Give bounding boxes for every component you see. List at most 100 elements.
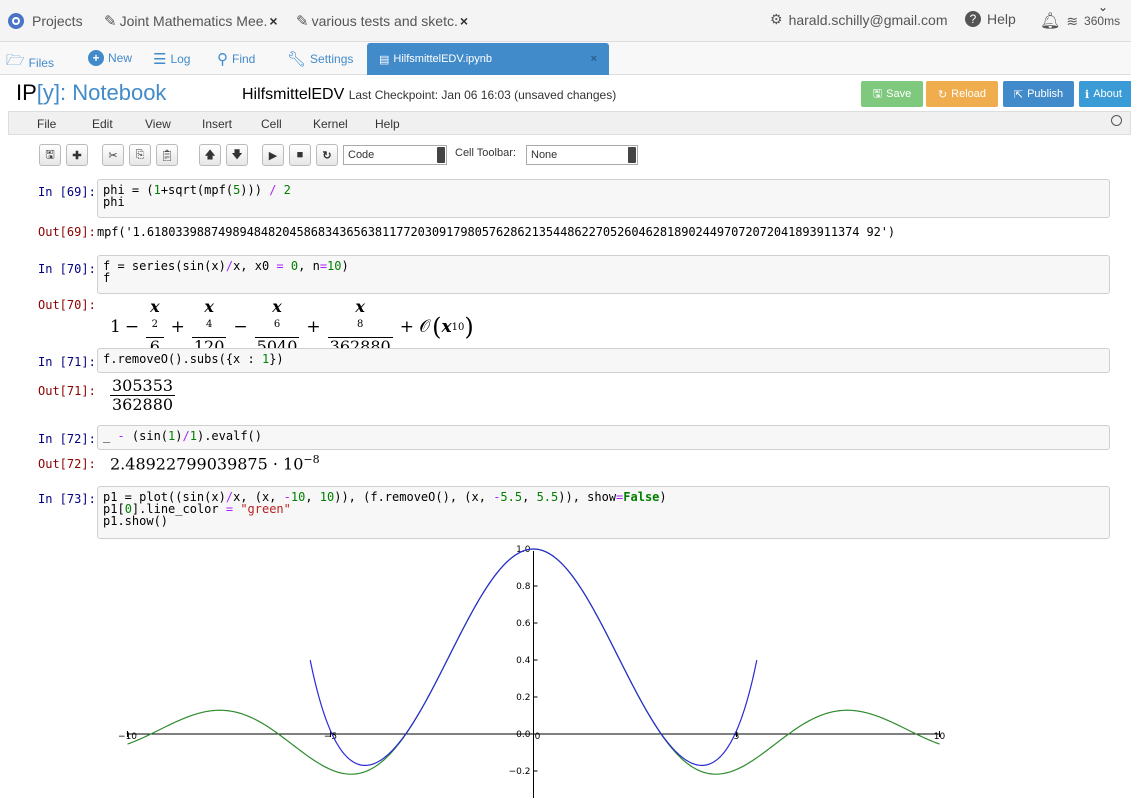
active-file-label: HilfsmittelEDV.ipynb xyxy=(393,53,493,65)
save-icon: 🖫︎ xyxy=(872,87,883,100)
dropdown-arrow-icon xyxy=(628,147,636,163)
save-button[interactable]: 🖫︎ Save xyxy=(861,81,923,107)
active-file-tab[interactable]: ▤ HilfsmittelEDV.ipynb × xyxy=(367,43,609,75)
edit-icon: ✎ xyxy=(296,13,309,30)
close-tab-icon[interactable]: × xyxy=(460,13,468,29)
notebook-name: HilfsmittelEDV xyxy=(242,86,345,103)
new-button[interactable]: + New xyxy=(88,50,132,66)
math-term: 1 xyxy=(110,317,121,338)
paste-icon[interactable]: 📋︎ xyxy=(156,144,178,166)
copy-icon[interactable]: ⎘ xyxy=(129,144,151,166)
account-email: harald.schilly@gmail.com xyxy=(788,11,948,28)
insert-cell-icon[interactable]: ✚ xyxy=(66,144,88,166)
output-text: mpf('1.618033988749894848204586834365638… xyxy=(97,225,895,239)
dropdown-arrow-icon xyxy=(437,147,445,163)
find-button[interactable]: ⚲ Find xyxy=(217,50,255,68)
code-line: _ - (sin(1)/1).evalf() xyxy=(103,429,263,443)
reload-button[interactable]: ↻ Reload xyxy=(926,81,998,107)
menu-file[interactable]: File xyxy=(37,117,56,131)
notebook-title[interactable]: HilfsmittelEDV Last Checkpoint: Jan 06 1… xyxy=(242,86,616,104)
publish-button[interactable]: ⇱ Publish xyxy=(1003,81,1074,107)
tab-label: Joint Mathematics Mee. xyxy=(119,13,268,29)
help-icon: ? xyxy=(965,11,981,27)
move-up-icon[interactable]: 🡅 xyxy=(199,144,221,166)
code-cell[interactable]: f = series(sin(x)/x, x0 = 0, n=10) f xyxy=(97,255,1110,294)
output-prompt: Out[71]: xyxy=(38,384,96,398)
denominator: 362880 xyxy=(112,395,174,414)
y-tick-label: 0.2 xyxy=(516,693,530,703)
tab-various-tests[interactable]: ✎ various tests and sketc. × xyxy=(296,4,468,38)
tab-projects[interactable]: Projects xyxy=(6,4,83,38)
kernel-status-icon xyxy=(1111,115,1122,126)
menu-bar: File Edit View Insert Cell Kernel Help xyxy=(8,111,1131,135)
cell-toolbar-value: None xyxy=(531,149,558,161)
close-file-icon[interactable]: × xyxy=(591,53,597,65)
help-label: Help xyxy=(987,11,1016,27)
search-icon: ⚲ xyxy=(217,51,228,68)
find-label: Find xyxy=(232,52,256,66)
cut-icon[interactable]: ✂ xyxy=(102,144,124,166)
new-label: New xyxy=(108,51,133,65)
menu-kernel[interactable]: Kernel xyxy=(313,117,348,131)
about-button[interactable]: ℹ About xyxy=(1079,81,1131,107)
plot-figure: −10−505101.00.80.60.40.20.0−0.2−0.4 xyxy=(118,545,946,798)
menu-help[interactable]: Help xyxy=(375,117,400,131)
move-down-icon[interactable]: 🡇 xyxy=(226,144,248,166)
notification-area[interactable]: 🔔︎ ≋ 360ms xyxy=(1040,11,1120,31)
menu-edit[interactable]: Edit xyxy=(92,117,113,131)
top-tab-bar: Projects ✎ Joint Mathematics Mee. × ✎ va… xyxy=(0,0,1131,42)
bell-icon: 🔔︎ xyxy=(1040,13,1061,30)
list-icon: ☰ xyxy=(153,51,167,68)
gear-icon: ⚙ xyxy=(770,11,783,27)
account-menu[interactable]: ⚙ harald.schilly@gmail.com xyxy=(770,11,948,28)
tab-label: Projects xyxy=(32,13,83,29)
wifi-icon: ≋ xyxy=(1066,12,1079,29)
evalf-output: 2.48922799039875 · 10−8 xyxy=(110,453,320,474)
settings-label: Settings xyxy=(310,52,354,66)
notebook-toolbar: 🖫︎ ✚ ✂ ⎘ 📋︎ 🡅 🡇 ▶ ■ ↻ Code Cell Toolbar:… xyxy=(0,140,1131,172)
numerator: 305353 xyxy=(110,376,176,396)
tab-label: various tests and sketc. xyxy=(311,13,458,29)
help-link[interactable]: ? Help xyxy=(965,11,1016,27)
wrench-icon: 🔧︎ xyxy=(287,51,307,68)
tab-joint-mathematics[interactable]: ✎ Joint Mathematics Mee. × xyxy=(104,4,278,38)
run-icon[interactable]: ▶ xyxy=(262,144,284,166)
cell-toolbar-select[interactable]: None xyxy=(526,145,638,165)
code-line: f.removeO().subs({x : 1}) xyxy=(103,352,284,366)
cell-type-value: Code xyxy=(348,149,375,161)
plus-circle-icon: + xyxy=(88,50,104,66)
stop-icon[interactable]: ■ xyxy=(289,144,311,166)
x-tick-label: 10 xyxy=(934,732,946,742)
chevron-down-icon[interactable]: ⌄ xyxy=(1098,0,1108,14)
y-tick-label: 0.8 xyxy=(516,582,531,592)
x-tick-label: 5 xyxy=(734,732,740,742)
log-button[interactable]: ☰ Log xyxy=(153,50,190,68)
files-label: Files xyxy=(28,55,54,70)
output-prompt: Out[72]: xyxy=(38,457,96,471)
notebook-header: IP[y]: Notebook HilfsmittelEDV Last Chec… xyxy=(0,77,1131,111)
y-tick-label: 0.4 xyxy=(516,656,531,666)
menu-insert[interactable]: Insert xyxy=(202,117,232,131)
code-line: f xyxy=(103,271,111,285)
menu-view[interactable]: View xyxy=(145,117,171,131)
cell-type-select[interactable]: Code xyxy=(343,145,447,165)
menu-cell[interactable]: Cell xyxy=(261,117,282,131)
code-cell[interactable]: phi = (1+sqrt(mpf(5))) / 2 phi xyxy=(97,179,1110,218)
close-tab-icon[interactable]: × xyxy=(269,13,277,29)
input-prompt: In [70]: xyxy=(38,262,96,276)
code-cell[interactable]: _ - (sin(1)/1).evalf() xyxy=(97,425,1110,450)
code-cell[interactable]: p1 = plot((sin(x)/x, (x, -10, 10)), (f.r… xyxy=(97,486,1110,539)
restart-icon[interactable]: ↻ xyxy=(316,144,338,166)
code-cell[interactable]: f.removeO().subs({x : 1}) xyxy=(97,348,1110,373)
y-tick-label: 0.6 xyxy=(516,619,531,629)
files-button[interactable]: 🗁︎ Files xyxy=(6,50,54,75)
input-prompt: In [72]: xyxy=(38,432,96,446)
edit-icon: ✎ xyxy=(104,13,117,30)
code-line: p1.show() xyxy=(103,514,169,528)
code-line: phi xyxy=(103,195,125,209)
cell-toolbar-label: Cell Toolbar: xyxy=(455,147,516,159)
checkpoint-status: Last Checkpoint: Jan 06 16:03 (unsaved c… xyxy=(348,88,617,102)
share-icon: ⇱ xyxy=(1013,88,1024,101)
save-icon[interactable]: 🖫︎ xyxy=(39,144,61,166)
settings-button[interactable]: 🔧︎ Settings xyxy=(287,50,353,68)
